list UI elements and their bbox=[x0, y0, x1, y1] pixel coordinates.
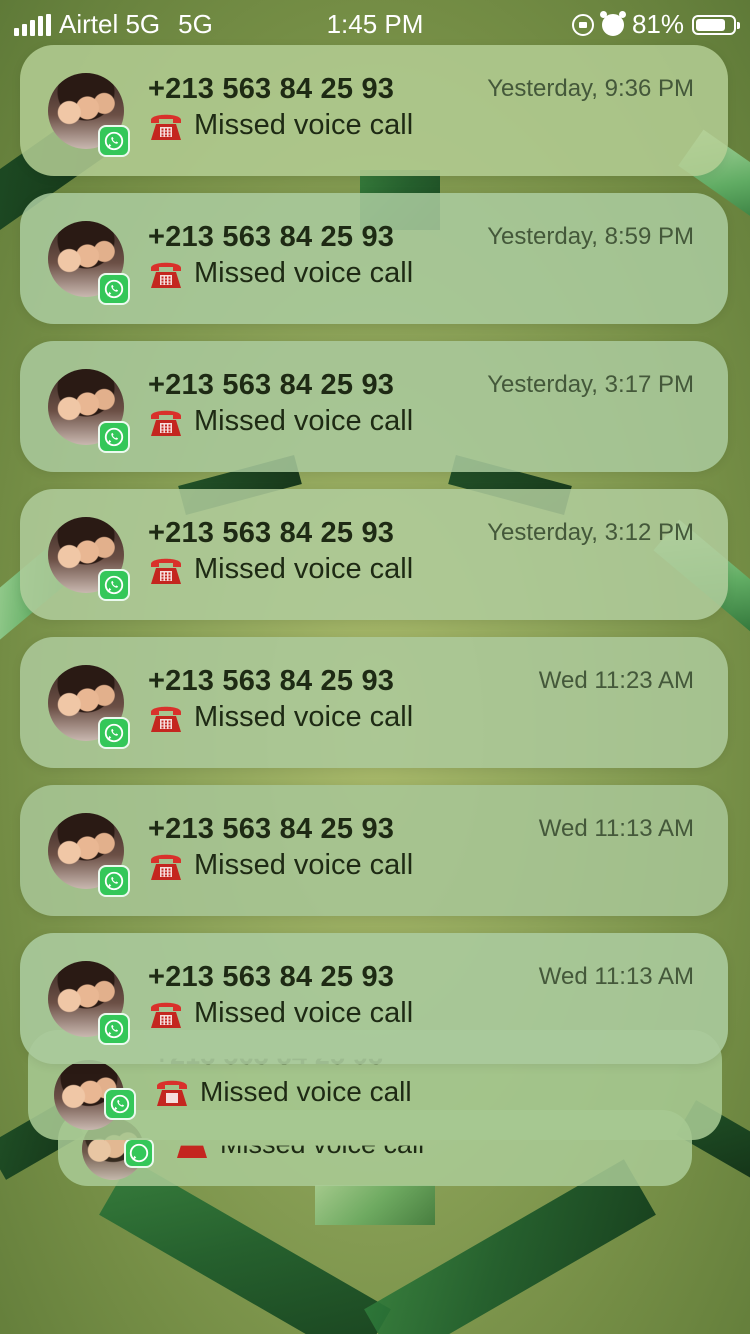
notification-body: Missed voice call bbox=[154, 1076, 412, 1108]
notification-time: Wed 11:13 AM bbox=[538, 815, 694, 842]
notification-body: Missed voice call bbox=[148, 257, 413, 290]
battery-percent: 81% bbox=[631, 9, 684, 39]
notification-body-text: Missed voice call bbox=[194, 701, 414, 733]
telephone-icon bbox=[148, 702, 184, 734]
notification-body: Missed voice call bbox=[148, 109, 413, 142]
notification-body: Missed voice call bbox=[148, 701, 413, 734]
status-bar: Airtel 5G 5G 1:45 PM 81% bbox=[0, 0, 750, 48]
battery-fill bbox=[696, 18, 725, 31]
notification-body: Missed voice call bbox=[148, 849, 413, 882]
notification-time: Wed 11:13 AM bbox=[538, 963, 694, 990]
whatsapp-icon bbox=[124, 1138, 154, 1168]
notification-title: +213 563 84 25 93 bbox=[148, 517, 395, 549]
notification-body-text: Missed voice call bbox=[194, 257, 414, 289]
notification-card-7[interactable]: +213 563 84 25 93 Missed voice call Wed … bbox=[20, 933, 728, 1064]
notification-title: +213 563 84 25 93 bbox=[148, 665, 395, 697]
telephone-icon bbox=[148, 554, 184, 586]
notification-card-5[interactable]: +213 563 84 25 93 Missed voice call Wed … bbox=[20, 637, 728, 768]
telephone-icon bbox=[148, 850, 184, 882]
battery-icon bbox=[692, 14, 740, 35]
notification-body-text: Missed voice call bbox=[194, 109, 414, 141]
notification-card-2[interactable]: +213 563 84 25 93 Missed voice call Yest… bbox=[20, 193, 728, 324]
alarm-icon bbox=[599, 10, 626, 36]
whatsapp-icon bbox=[98, 865, 130, 897]
telephone-icon bbox=[148, 998, 184, 1030]
orientation-lock-icon bbox=[571, 13, 594, 36]
notification-card-3[interactable]: +213 563 84 25 93 Missed voice call Yest… bbox=[20, 341, 728, 472]
telephone-icon bbox=[148, 258, 184, 290]
telephone-icon bbox=[148, 406, 184, 438]
whatsapp-icon bbox=[98, 569, 130, 601]
notification-body-text: Missed voice call bbox=[194, 405, 414, 437]
whatsapp-icon bbox=[98, 273, 130, 305]
notification-body: Missed voice call bbox=[148, 405, 413, 438]
notification-time: Yesterday, 3:12 PM bbox=[487, 519, 694, 546]
notification-title: +213 563 84 25 93 bbox=[148, 73, 395, 105]
notification-body-text: Missed voice call bbox=[194, 553, 414, 585]
notification-time: Wed 11:23 AM bbox=[538, 667, 694, 694]
notification-title: +213 563 84 25 93 bbox=[148, 961, 395, 993]
notification-title: +213 563 84 25 93 bbox=[148, 369, 395, 401]
notification-body: Missed voice call bbox=[148, 553, 413, 586]
telephone-icon bbox=[154, 1076, 190, 1108]
status-right: 81% bbox=[571, 9, 740, 40]
notification-body-text: Missed voice call bbox=[194, 997, 414, 1029]
notification-time: Yesterday, 3:17 PM bbox=[487, 371, 694, 398]
notification-card-1[interactable]: +213 563 84 25 93 Missed voice call Yest… bbox=[20, 45, 728, 176]
notification-card-6[interactable]: +213 563 84 25 93 Missed voice call Wed … bbox=[20, 785, 728, 916]
whatsapp-icon bbox=[98, 717, 130, 749]
notification-body-text: Missed voice call bbox=[200, 1076, 412, 1107]
telephone-icon bbox=[148, 110, 184, 142]
notification-card-4[interactable]: +213 563 84 25 93 Missed voice call Yest… bbox=[20, 489, 728, 620]
notification-time: Yesterday, 8:59 PM bbox=[487, 223, 694, 250]
whatsapp-icon bbox=[98, 125, 130, 157]
notification-body-text: Missed voice call bbox=[194, 849, 414, 881]
wallpaper-shard bbox=[315, 1185, 435, 1225]
whatsapp-icon bbox=[98, 1013, 130, 1045]
whatsapp-icon bbox=[104, 1088, 136, 1120]
notification-title: +213 563 84 25 93 bbox=[148, 221, 395, 253]
notification-body: Missed voice call bbox=[148, 997, 413, 1030]
notification-title: +213 563 84 25 93 bbox=[148, 813, 395, 845]
whatsapp-icon bbox=[98, 421, 130, 453]
notification-time: Yesterday, 9:36 PM bbox=[487, 75, 694, 102]
